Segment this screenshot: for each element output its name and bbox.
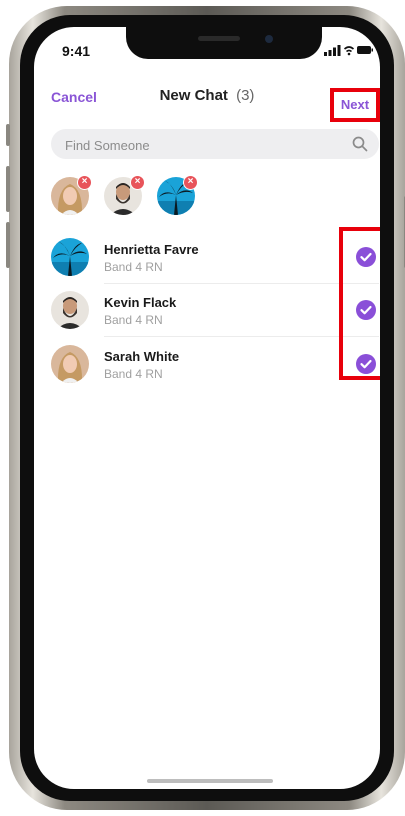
palm-avatar-image [51, 238, 89, 276]
avatar [51, 238, 89, 276]
woman-avatar-image [51, 345, 89, 383]
contact-role: Band 4 RN [104, 260, 163, 274]
screen: 9:41 Cancel New Chat (3) Next Find Someo… [34, 27, 380, 789]
search-bar[interactable] [51, 129, 379, 161]
phone-frame: 9:41 Cancel New Chat (3) Next Find Someo… [6, 6, 405, 810]
silent-switch [6, 124, 10, 146]
signal-icon [324, 45, 341, 56]
selected-chip: × [104, 175, 145, 217]
notch [126, 27, 322, 59]
search-input[interactable] [63, 129, 337, 161]
search-icon[interactable] [352, 136, 368, 152]
contact-role: Band 4 RN [104, 313, 163, 327]
speaker [198, 36, 240, 41]
contact-name: Sarah White [104, 349, 180, 364]
contact-role: Band 4 RN [104, 367, 163, 381]
contact-name: Henrietta Favre [104, 242, 199, 257]
remove-chip-icon[interactable]: × [77, 175, 92, 190]
volume-down-button [6, 222, 10, 268]
status-icons [324, 45, 373, 56]
selected-chip: × [157, 175, 198, 217]
page-title: New Chat (3) [34, 87, 380, 104]
status-time: 9:41 [62, 43, 91, 59]
list-item[interactable]: Sarah White Band 4 RN [51, 337, 379, 391]
camera [265, 35, 273, 43]
list-item[interactable]: Henrietta Favre Band 4 RN [51, 230, 379, 284]
wifi-icon [343, 46, 355, 53]
avatar [51, 291, 89, 329]
man-avatar-image [51, 291, 89, 329]
selected-chip: × [51, 175, 92, 217]
battery-icon [357, 46, 373, 54]
remove-chip-icon[interactable]: × [183, 175, 198, 190]
checkmarks-highlight-box [339, 227, 380, 380]
remove-chip-icon[interactable]: × [130, 175, 145, 190]
volume-up-button [6, 166, 10, 212]
contact-name: Kevin Flack [104, 295, 177, 310]
next-button[interactable]: Next [330, 88, 380, 122]
page-title-text: New Chat [159, 87, 228, 104]
list-item[interactable]: Kevin Flack Band 4 RN [51, 283, 379, 337]
selected-count: (3) [236, 87, 255, 104]
home-indicator[interactable] [147, 779, 273, 783]
avatar [51, 345, 89, 383]
